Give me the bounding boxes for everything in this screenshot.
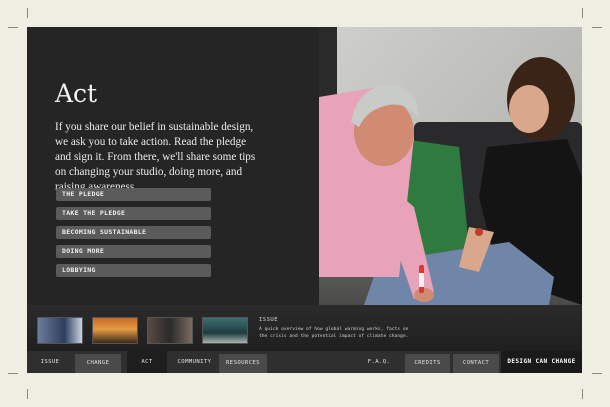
site-frame: Act If you share our belief in sustainab…	[27, 27, 582, 373]
brand-logo[interactable]: DESIGN CAN CHANGE	[501, 351, 582, 373]
nav-contact[interactable]: CONTACT	[453, 354, 499, 373]
crop-mark	[8, 373, 18, 374]
thumb-blue-figure[interactable]	[37, 317, 83, 344]
crop-mark	[27, 8, 28, 18]
issue-strip: ISSUE A quick overview of how global war…	[27, 305, 582, 351]
crop-mark	[592, 27, 602, 28]
thumb-teal-scene[interactable]	[202, 317, 248, 344]
thumb-dark-landscape[interactable]	[147, 317, 193, 344]
people-photo-illustration	[319, 27, 582, 305]
issue-heading: ISSUE	[259, 317, 279, 323]
menu-item-doing-more[interactable]: DOING MORE	[56, 245, 211, 258]
nav-faq[interactable]: F.A.Q.	[360, 351, 398, 373]
crop-mark	[582, 389, 583, 399]
crop-mark	[582, 8, 583, 18]
nav-act[interactable]: ACT	[127, 351, 167, 373]
nav-change[interactable]: CHANGE	[75, 354, 121, 373]
thumb-orange-sunset[interactable]	[92, 317, 138, 344]
nav-resources[interactable]: RESOURCES	[219, 354, 267, 373]
crop-mark	[592, 373, 602, 374]
page-title: Act	[55, 79, 98, 108]
crop-mark	[8, 27, 18, 28]
issue-description: A quick overview of how global warming w…	[259, 327, 409, 339]
hero-photo	[319, 27, 582, 305]
intro-text: If you share our belief in sustainable d…	[55, 121, 256, 193]
menu-item-take-the-pledge[interactable]: TAKE THE PLEDGE	[56, 207, 211, 220]
menu-item-the-pledge[interactable]: THE PLEDGE	[56, 188, 211, 201]
content-panel: Act If you share our belief in sustainab…	[27, 27, 319, 305]
bottom-navigation: ISSUE CHANGE ACT COMMUNITY RESOURCES F.A…	[27, 351, 582, 373]
menu-item-lobbying[interactable]: LOBBYING	[56, 264, 211, 277]
menu-item-becoming-sustainable[interactable]: BECOMING SUSTAINABLE	[56, 226, 211, 239]
nav-issue[interactable]: ISSUE	[32, 351, 68, 373]
nav-community[interactable]: COMMUNITY	[172, 351, 217, 373]
crop-mark	[27, 389, 28, 399]
nav-credits[interactable]: CREDITS	[405, 354, 450, 373]
